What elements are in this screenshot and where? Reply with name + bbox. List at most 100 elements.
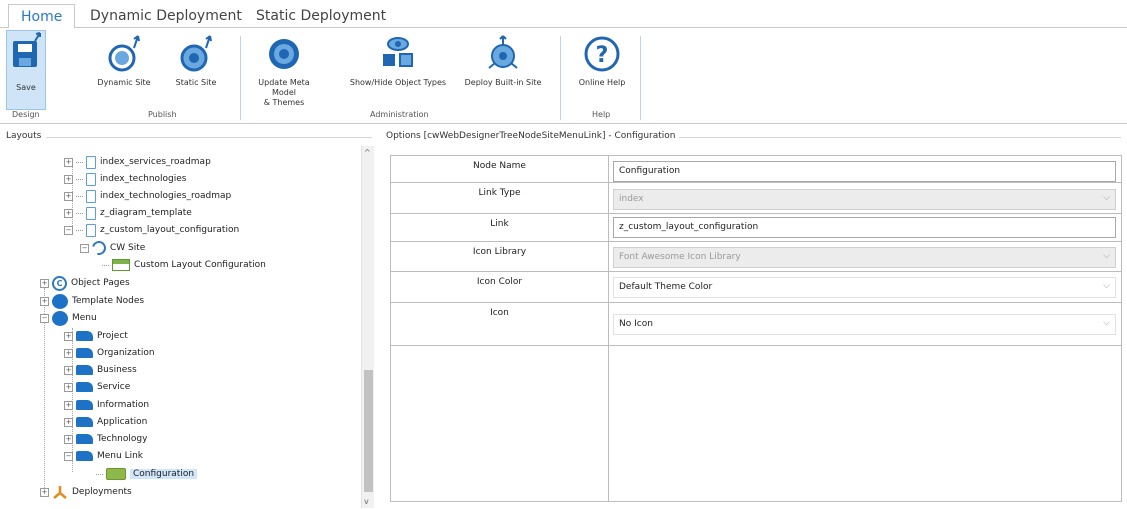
expand-icon[interactable]: + — [64, 348, 73, 358]
property-label: Icon Library — [472, 247, 527, 257]
tree-node[interactable]: + index_technologies — [64, 171, 187, 187]
show-hide-object-types-button[interactable]: Show/Hide Object Types — [348, 34, 448, 88]
property-label: Icon — [490, 308, 509, 318]
ribbon-separator — [640, 36, 641, 120]
cw-site-icon — [89, 238, 109, 258]
node-name-input[interactable]: Configuration — [613, 161, 1116, 182]
expand-icon[interactable]: + — [64, 331, 73, 341]
expand-icon[interactable]: + — [40, 278, 49, 288]
layout-file-icon — [86, 223, 96, 237]
scroll-up-icon[interactable]: ^ — [364, 148, 371, 157]
tree-node[interactable]: + Template Nodes — [40, 293, 144, 309]
tree-node[interactable]: + Project — [64, 328, 128, 344]
menu-folder-icon — [76, 417, 93, 427]
expand-icon[interactable]: + — [64, 365, 73, 375]
menu-folder-icon — [76, 451, 93, 461]
collapse-icon[interactable]: − — [40, 313, 49, 323]
svg-text:?: ? — [596, 43, 609, 68]
property-row-icon-color: Icon Color Default Theme Color ⌵ — [391, 272, 1121, 303]
menu-folder-icon — [76, 331, 93, 341]
collapse-icon[interactable]: − — [64, 451, 73, 461]
dynamic-site-label: Dynamic Site — [97, 78, 151, 87]
tree-node-label: Object Pages — [71, 278, 130, 288]
help-question-icon: ? — [584, 36, 620, 72]
layouts-panel-rule — [46, 137, 372, 138]
expand-icon[interactable]: + — [64, 208, 73, 218]
expand-icon[interactable]: + — [64, 382, 73, 392]
icon-value: No Icon — [619, 319, 653, 329]
group-label-design: Design — [12, 110, 40, 119]
tree-node[interactable]: Configuration — [96, 466, 198, 482]
group-label-publish: Publish — [148, 110, 177, 119]
collapse-icon[interactable]: − — [80, 243, 89, 253]
tree-node[interactable]: + Service — [64, 379, 130, 395]
tree-connector — [102, 264, 109, 266]
tree-node[interactable]: + z_diagram_template — [64, 205, 192, 221]
layout-file-icon — [86, 206, 96, 220]
update-meta-model-label: Update Meta Model — [258, 78, 310, 97]
tree-node[interactable]: + index_services_roadmap — [64, 154, 211, 170]
deploy-built-in-site-button[interactable]: Deploy Built-in Site — [454, 34, 552, 88]
tree-node[interactable]: + Information — [64, 397, 149, 413]
tree-node[interactable]: + index_technologies_roadmap — [64, 188, 231, 204]
layouts-tree: + index_services_roadmap + index_technol… — [40, 148, 360, 508]
tree-node[interactable]: + Organization — [64, 345, 155, 361]
expand-icon[interactable]: + — [64, 191, 73, 201]
expand-icon[interactable]: + — [40, 487, 49, 497]
tree-node-label: Project — [97, 331, 128, 341]
online-help-button[interactable]: ? Online Help — [572, 34, 632, 88]
icon-color-select[interactable]: Default Theme Color ⌵ — [613, 277, 1116, 298]
tree-connector — [76, 229, 83, 231]
icon-select[interactable]: No Icon ⌵ — [613, 314, 1116, 335]
tree-node[interactable]: + Technology — [64, 431, 147, 447]
property-label: Link — [490, 219, 509, 229]
expand-icon[interactable]: + — [64, 157, 73, 167]
tree-node[interactable]: + Business — [64, 362, 137, 378]
tree-node[interactable]: Custom Layout Configuration — [102, 257, 266, 273]
static-site-label: Static Site — [175, 78, 217, 87]
tree-node-label: Deployments — [72, 487, 132, 497]
tree-node[interactable]: − z_custom_layout_configuration — [64, 222, 239, 238]
tab-static-deployment[interactable]: Static Deployment — [256, 8, 386, 24]
layout-configuration-icon — [112, 259, 130, 271]
property-label: Link Type — [478, 188, 521, 198]
chevron-down-icon: ⌵ — [1103, 251, 1110, 261]
dynamic-site-button[interactable]: Dynamic Site — [96, 34, 152, 88]
tab-home[interactable]: Home — [8, 4, 76, 29]
deploy-network-icon — [488, 35, 518, 69]
floppy-disk-icon — [13, 32, 41, 67]
tree-node-label: Menu — [72, 313, 97, 323]
chevron-down-icon[interactable]: ⌵ — [1103, 318, 1110, 328]
scrollbar-thumb[interactable] — [364, 370, 373, 492]
link-type-value: index — [619, 194, 644, 204]
deployments-icon — [53, 486, 67, 499]
property-row-icon: Icon No Icon ⌵ — [391, 303, 1121, 346]
update-meta-model-button[interactable]: Update Meta Model & Themes — [246, 34, 322, 108]
globe-upload-icon — [108, 35, 140, 72]
tree-node[interactable]: − Menu — [40, 310, 97, 326]
tree-node-label: Template Nodes — [72, 296, 145, 306]
scroll-down-icon[interactable]: v — [364, 497, 369, 506]
icon-library-value: Font Awesome Icon Library — [619, 252, 741, 262]
expand-icon[interactable]: + — [40, 296, 49, 306]
tree-node[interactable]: − Menu Link — [64, 448, 143, 464]
layouts-scrollbar[interactable]: ^ v — [361, 146, 374, 508]
tree-node[interactable]: + C Object Pages — [40, 275, 130, 291]
expand-icon[interactable]: + — [64, 174, 73, 184]
expand-icon[interactable]: + — [64, 417, 73, 427]
collapse-icon[interactable]: − — [64, 225, 73, 235]
options-property-grid: Node Name Configuration Link Type index … — [390, 155, 1122, 502]
tree-node[interactable]: − CW Site — [80, 238, 145, 258]
tab-dynamic-deployment[interactable]: Dynamic Deployment — [90, 8, 242, 24]
expand-icon[interactable]: + — [64, 434, 73, 444]
menu-folder-icon — [76, 348, 93, 358]
tree-node[interactable]: + Deployments — [40, 484, 132, 500]
icon-color-value: Default Theme Color — [619, 282, 713, 292]
expand-icon[interactable]: + — [64, 400, 73, 410]
save-button[interactable]: Save — [6, 30, 46, 110]
tree-node[interactable]: + Application — [64, 414, 147, 430]
static-site-button[interactable]: Static Site — [170, 34, 222, 88]
chevron-down-icon[interactable]: ⌵ — [1103, 281, 1110, 291]
group-label-administration: Administration — [370, 110, 429, 119]
link-input[interactable]: z_custom_layout_configuration — [613, 217, 1116, 238]
